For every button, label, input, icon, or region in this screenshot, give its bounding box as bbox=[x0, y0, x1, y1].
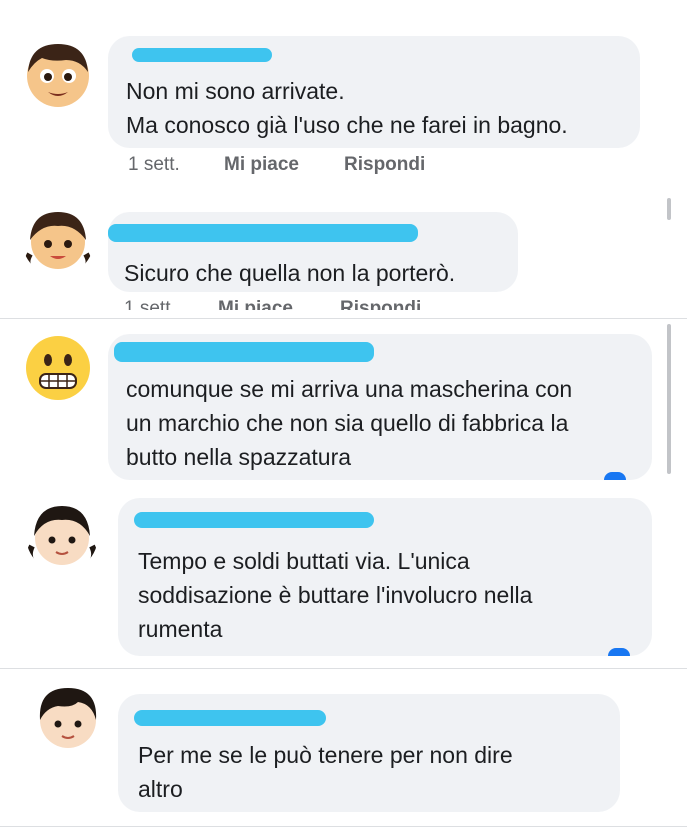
comment-text: comunque se mi arriva una mascherina con… bbox=[126, 376, 573, 470]
comment-bubble: Sicuro che quella non la porterò. bbox=[108, 212, 518, 292]
redacted-name bbox=[134, 512, 374, 528]
bottom-divider bbox=[0, 826, 687, 827]
comment-bubble: Per me se le può tenere per non dire alt… bbox=[118, 694, 620, 812]
timestamp: 1 sett. bbox=[124, 298, 176, 310]
reaction-indicator bbox=[608, 648, 630, 656]
comment-1: Non mi sono arrivate. Ma conosco già l'u… bbox=[0, 0, 687, 190]
girl-emoji-icon[interactable] bbox=[22, 204, 94, 276]
comment-bubble: Non mi sono arrivate. Ma conosco già l'u… bbox=[108, 36, 640, 148]
comment-text: Per me se le può tenere per non dire alt… bbox=[138, 742, 513, 802]
timestamp: 1 sett. bbox=[128, 154, 180, 175]
comment-bubble: Tempo e soldi buttati via. L'unica soddi… bbox=[118, 498, 652, 656]
comment-bubble: comunque se mi arriva una mascherina con… bbox=[108, 334, 652, 480]
comment-3: comunque se mi arriva una mascherina con… bbox=[0, 318, 687, 488]
comment-4: Tempo e soldi buttati via. L'unica soddi… bbox=[0, 488, 687, 666]
reply-button[interactable]: Rispondi bbox=[344, 154, 425, 176]
comment-actions: 1 sett. Mi piace Rispondi bbox=[124, 298, 421, 310]
redacted-name bbox=[134, 710, 326, 726]
like-button[interactable]: Mi piace bbox=[224, 154, 344, 176]
reply-button[interactable]: Rispondi bbox=[340, 298, 421, 310]
scrollbar[interactable] bbox=[667, 324, 671, 474]
comment-2: Sicuro che quella non la porterò. 1 sett… bbox=[0, 190, 687, 314]
redacted-name bbox=[108, 224, 418, 242]
grimacing-face-icon[interactable] bbox=[22, 332, 94, 404]
comment-text: Non mi sono arrivate. Ma conosco già l'u… bbox=[126, 78, 568, 138]
comment-text: Tempo e soldi buttati via. L'unica soddi… bbox=[138, 548, 533, 642]
redacted-name bbox=[132, 48, 272, 62]
child-emoji-icon[interactable] bbox=[32, 680, 104, 752]
boy-emoji-icon[interactable] bbox=[22, 38, 94, 110]
redacted-name bbox=[114, 342, 374, 362]
comment-actions: 1 sett. Mi piace Rispondi bbox=[128, 154, 425, 176]
girl-emoji-icon[interactable] bbox=[26, 500, 98, 572]
comment-5: Per me se le può tenere per non dire alt… bbox=[0, 668, 687, 840]
reaction-indicator bbox=[604, 472, 626, 480]
comment-text: Sicuro che quella non la porterò. bbox=[124, 260, 456, 286]
like-button[interactable]: Mi piace bbox=[218, 298, 340, 310]
